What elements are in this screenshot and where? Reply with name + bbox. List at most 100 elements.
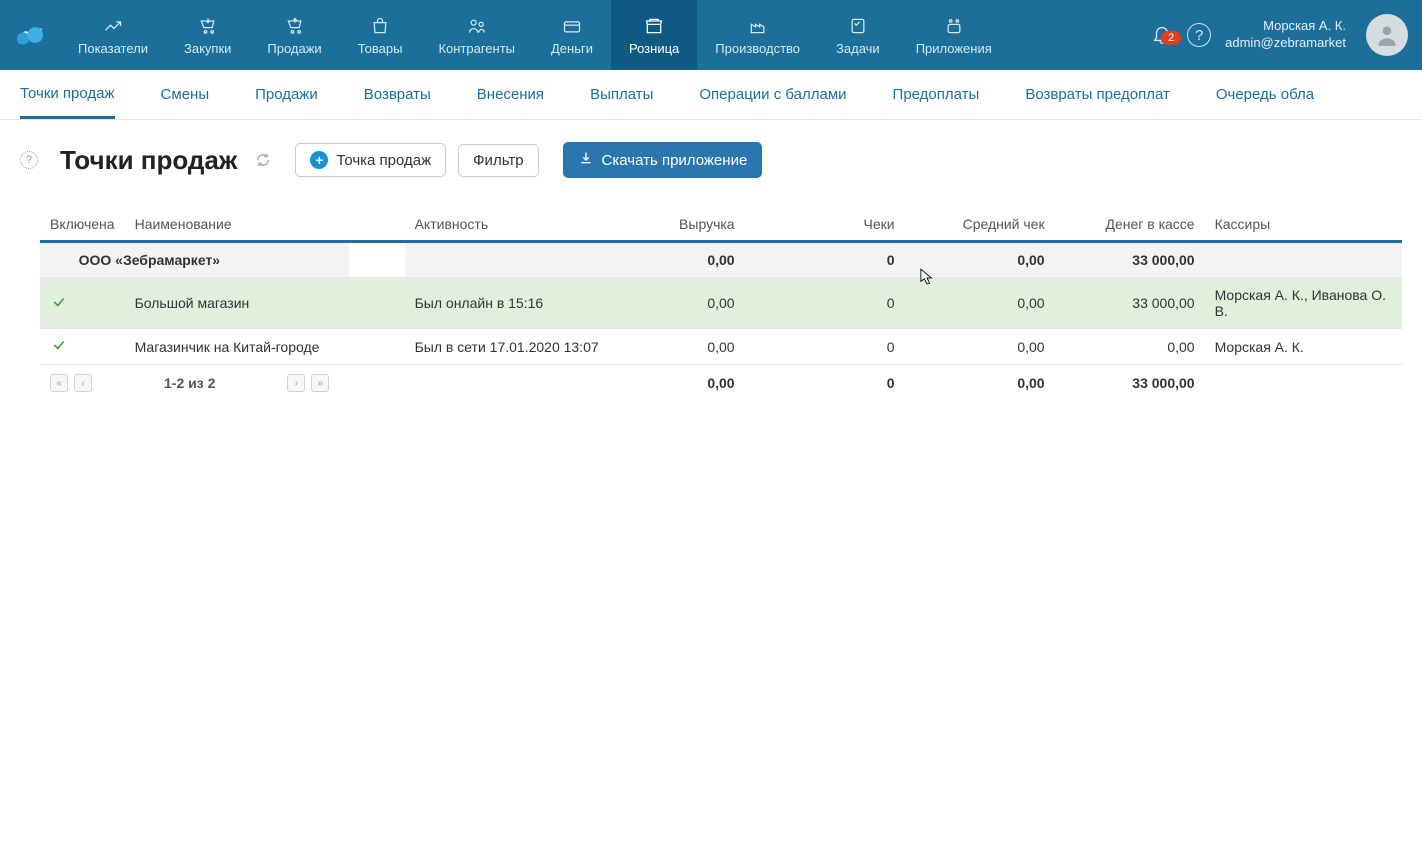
group-checks: 0 bbox=[745, 242, 905, 278]
checklist-icon bbox=[847, 15, 869, 37]
add-pos-label: Точка продаж bbox=[336, 152, 431, 169]
avatar[interactable] bbox=[1366, 14, 1408, 56]
col-cashiers[interactable]: Кассиры bbox=[1205, 208, 1402, 242]
nav-production[interactable]: Производство bbox=[697, 0, 818, 70]
nav-contractors[interactable]: Контрагенты bbox=[420, 0, 533, 70]
refresh-button[interactable] bbox=[255, 152, 271, 168]
page-title: Точки продаж bbox=[60, 145, 237, 176]
filter-button[interactable]: Фильтр bbox=[458, 144, 538, 177]
col-name[interactable]: Наименование bbox=[125, 208, 405, 242]
footer-cash: 33 000,00 bbox=[1055, 365, 1205, 402]
nav-sales[interactable]: Продажи bbox=[249, 0, 339, 70]
row-name: Большой магазин bbox=[125, 278, 405, 329]
nav-label: Закупки bbox=[184, 41, 231, 56]
chart-line-icon bbox=[102, 15, 124, 37]
user-email: admin@zebramarket bbox=[1225, 35, 1346, 52]
nav-label: Деньги bbox=[551, 41, 593, 56]
row-avg: 0,00 bbox=[905, 329, 1055, 365]
pos-table: Включена Наименование Активность Выручка… bbox=[40, 208, 1402, 401]
row-revenue: 0,00 bbox=[625, 278, 745, 329]
bag-icon bbox=[369, 15, 391, 37]
check-on-icon bbox=[50, 339, 68, 355]
table-row[interactable]: Магазинчик на Китай-городе Был в сети 17… bbox=[40, 329, 1402, 365]
col-avg[interactable]: Средний чек bbox=[905, 208, 1055, 242]
row-name: Магазинчик на Китай-городе bbox=[125, 329, 405, 365]
table-row[interactable]: Большой магазин Был онлайн в 15:16 0,00 … bbox=[40, 278, 1402, 329]
nav-apps[interactable]: Приложения bbox=[898, 0, 1010, 70]
subnav-returns[interactable]: Возвраты bbox=[364, 72, 431, 117]
group-name: ООО «Зебрамаркет» bbox=[69, 242, 349, 278]
row-cashiers: Морская А. К. bbox=[1205, 329, 1402, 365]
download-app-button[interactable]: Скачать приложение bbox=[563, 142, 763, 178]
subnav-points-ops[interactable]: Операции с баллами bbox=[699, 72, 846, 117]
nav-purchases[interactable]: Закупки bbox=[166, 0, 249, 70]
cart-in-icon bbox=[197, 15, 219, 37]
subnav-pos[interactable]: Точки продаж bbox=[20, 71, 115, 119]
col-checks[interactable]: Чеки bbox=[745, 208, 905, 242]
footer-checks: 0 bbox=[745, 365, 905, 402]
filter-label: Фильтр bbox=[473, 152, 523, 169]
download-icon bbox=[578, 150, 594, 170]
subnav-payouts[interactable]: Выплаты bbox=[590, 72, 653, 117]
apps-icon bbox=[943, 15, 965, 37]
refresh-icon bbox=[255, 152, 271, 168]
group-cash: 33 000,00 bbox=[1055, 242, 1205, 278]
logo[interactable] bbox=[0, 0, 60, 70]
row-activity: Был онлайн в 15:16 bbox=[405, 278, 625, 329]
subnav-sales[interactable]: Продажи bbox=[255, 72, 318, 117]
nav-money[interactable]: Деньги bbox=[533, 0, 611, 70]
subnav-prepayments[interactable]: Предоплаты bbox=[893, 72, 980, 117]
pager-prev-button[interactable]: ‹ bbox=[74, 374, 92, 392]
add-pos-button[interactable]: + Точка продаж bbox=[295, 143, 446, 177]
subnav-prepay-returns[interactable]: Возвраты предоплат bbox=[1025, 72, 1170, 117]
nav-label: Производство bbox=[715, 41, 800, 56]
notifications-badge: 2 bbox=[1161, 31, 1181, 45]
notifications-button[interactable]: 2 bbox=[1151, 23, 1173, 48]
user-name: Морская А. К. bbox=[1225, 18, 1346, 35]
row-cashiers: Морская А. К., Иванова О. В. bbox=[1205, 278, 1402, 329]
wallet-icon bbox=[561, 15, 583, 37]
user-icon bbox=[1374, 22, 1400, 48]
plus-circle-icon: + bbox=[310, 151, 328, 169]
factory-icon bbox=[747, 15, 769, 37]
row-activity: Был в сети 17.01.2020 13:07 bbox=[405, 329, 625, 365]
user-menu[interactable]: Морская А. К. admin@zebramarket bbox=[1225, 18, 1346, 52]
subnav-shifts[interactable]: Смены bbox=[161, 72, 210, 117]
top-nav: Показатели Закупки Продажи Товары Контра… bbox=[0, 0, 1422, 70]
nav-label: Контрагенты bbox=[438, 41, 515, 56]
nav-label: Продажи bbox=[267, 41, 321, 56]
nav-tasks[interactable]: Задачи bbox=[818, 0, 898, 70]
page-help-icon[interactable]: ? bbox=[20, 151, 38, 169]
table-header-row: Включена Наименование Активность Выручка… bbox=[40, 208, 1402, 242]
col-cash[interactable]: Денег в кассе bbox=[1055, 208, 1205, 242]
table-footer-row: « ‹ 1-2 из 2 › » 0,00 0 0,00 33 000,00 bbox=[40, 365, 1402, 402]
nav-retail[interactable]: Розница bbox=[611, 0, 697, 70]
sub-nav: Точки продаж Смены Продажи Возвраты Внес… bbox=[0, 70, 1422, 120]
help-button[interactable]: ? bbox=[1187, 23, 1211, 47]
users-icon bbox=[466, 15, 488, 37]
row-checks: 0 bbox=[745, 278, 905, 329]
pager-text: 1-2 из 2 bbox=[164, 375, 215, 391]
pager-next-button[interactable]: › bbox=[287, 374, 305, 392]
title-bar: ? Точки продаж + Точка продаж Фильтр Ска… bbox=[0, 120, 1422, 188]
nav-indicators[interactable]: Показатели bbox=[60, 0, 166, 70]
nav-label: Приложения bbox=[916, 41, 992, 56]
subnav-deposits[interactable]: Внесения bbox=[477, 72, 544, 117]
nav-label: Розница bbox=[629, 41, 679, 56]
col-enabled[interactable]: Включена bbox=[40, 208, 125, 242]
nav-label: Товары bbox=[358, 41, 403, 56]
table-group-row[interactable]: ООО «Зебрамаркет» 0,00 0 0,00 33 000,00 bbox=[40, 242, 1402, 278]
nav-goods[interactable]: Товары bbox=[340, 0, 421, 70]
col-activity[interactable]: Активность bbox=[405, 208, 625, 242]
subnav-cloud-queue[interactable]: Очередь обла bbox=[1216, 72, 1314, 117]
footer-avg: 0,00 bbox=[905, 365, 1055, 402]
pager-last-button[interactable]: » bbox=[311, 374, 329, 392]
nav-label: Показатели bbox=[78, 41, 148, 56]
group-avg: 0,00 bbox=[905, 242, 1055, 278]
row-cash: 33 000,00 bbox=[1055, 278, 1205, 329]
pager-first-button[interactable]: « bbox=[50, 374, 68, 392]
check-on-icon bbox=[50, 296, 68, 312]
store-icon bbox=[643, 15, 665, 37]
col-revenue[interactable]: Выручка bbox=[625, 208, 745, 242]
table-area: Включена Наименование Активность Выручка… bbox=[0, 188, 1422, 401]
